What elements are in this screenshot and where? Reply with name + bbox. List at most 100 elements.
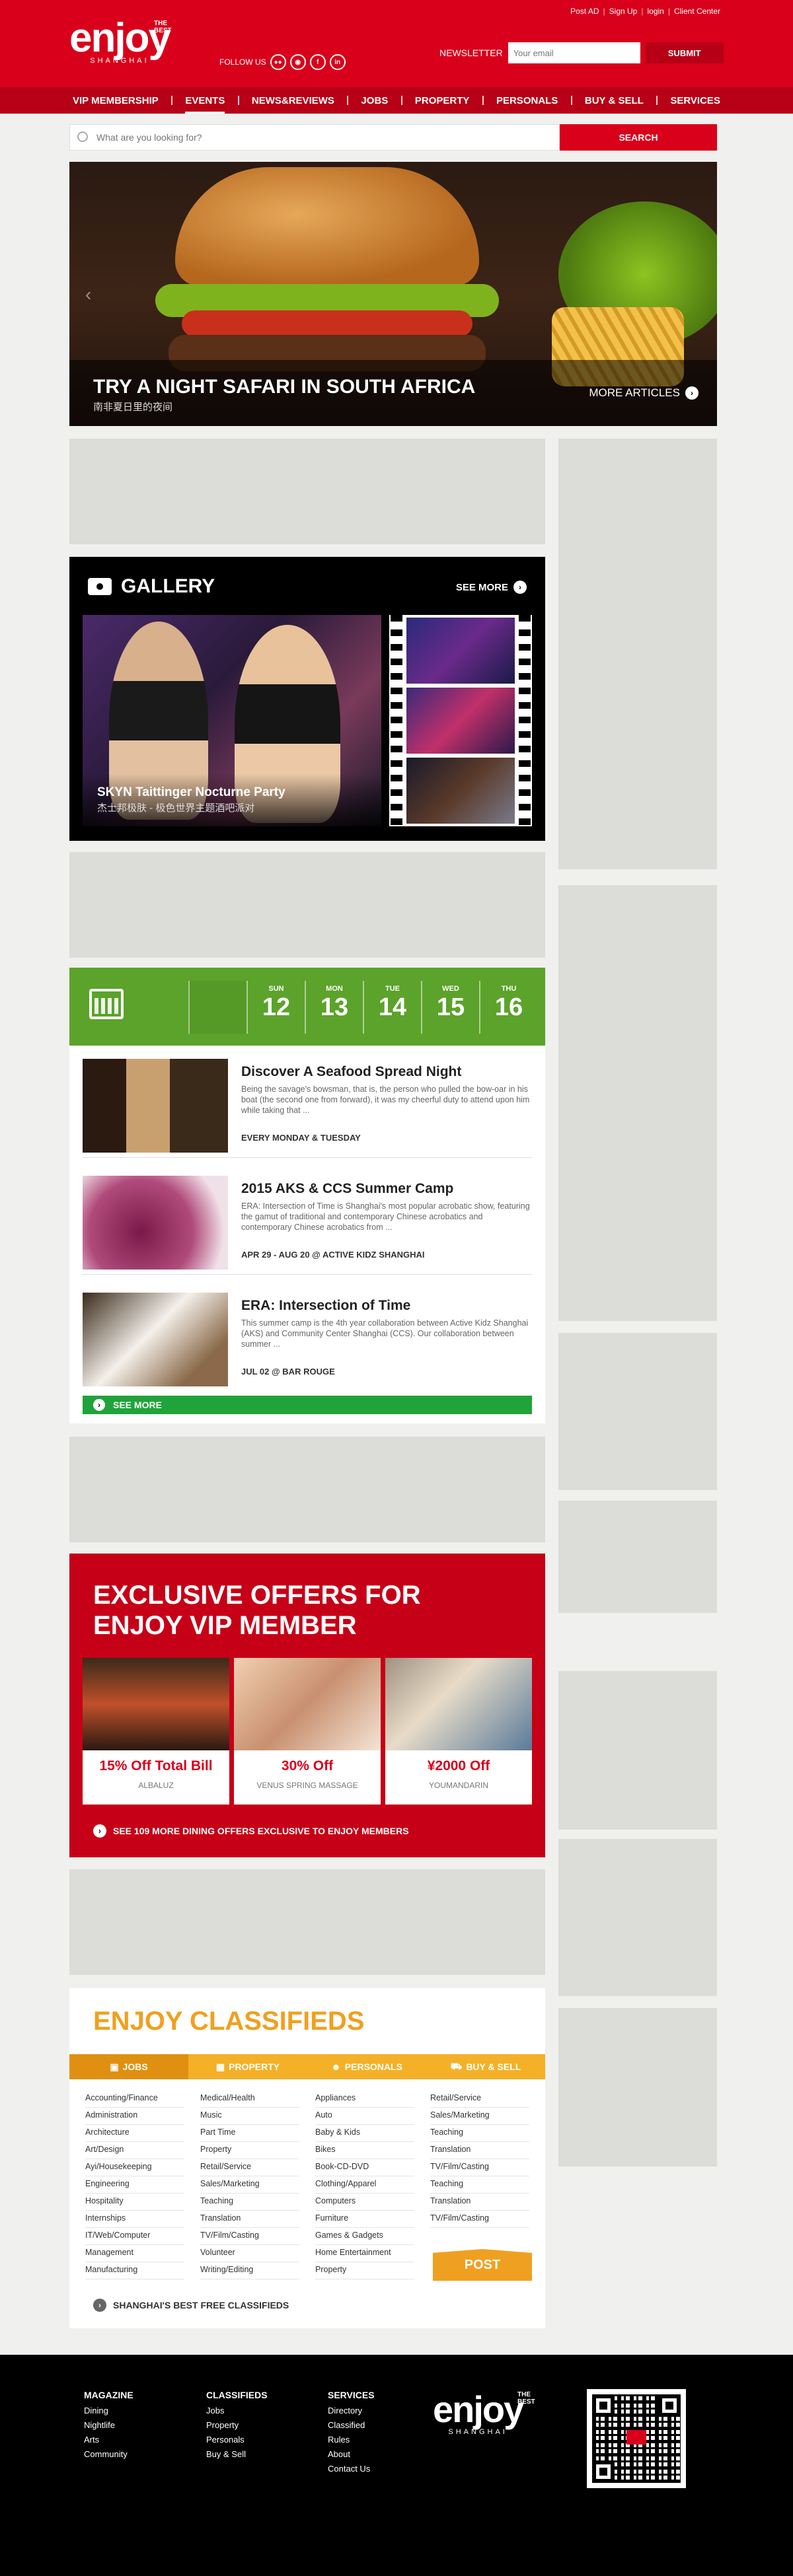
event-title[interactable]: Discover A Seafood Spread Night <box>241 1064 461 1080</box>
tab-buy-sell[interactable]: ⛟ BUY & SELL <box>426 2054 545 2079</box>
hero-title[interactable]: TRY A NIGHT SAFARI IN SOUTH AFRICA <box>93 376 475 398</box>
classified-link[interactable]: Translation <box>200 2211 299 2228</box>
gallery-thumbnail[interactable] <box>406 758 515 824</box>
classified-link[interactable]: Writing/Editing <box>200 2262 299 2279</box>
ad-sidebar[interactable] <box>558 885 717 1321</box>
login-link[interactable]: login <box>647 7 663 16</box>
nav-item-services[interactable]: SERVICES <box>670 95 720 106</box>
tab-personals[interactable]: ☻ PERSONALS <box>307 2054 426 2079</box>
facebook-icon[interactable]: f <box>309 54 326 70</box>
classified-link[interactable]: Home Entertainment <box>315 2245 414 2262</box>
classified-link[interactable]: Appliances <box>315 2091 414 2108</box>
classified-link[interactable]: Games & Gadgets <box>315 2228 414 2245</box>
nav-item-events[interactable]: EVENTS <box>185 95 225 114</box>
classified-link[interactable]: Bikes <box>315 2142 414 2159</box>
classified-link[interactable]: Ayi/Housekeeping <box>85 2159 184 2176</box>
nav-item-property[interactable]: PROPERTY <box>415 95 470 106</box>
footer-link[interactable]: Property <box>206 2418 268 2433</box>
footer-link[interactable]: Rules <box>328 2433 375 2447</box>
nav-item-personals[interactable]: PERSONALS <box>496 95 558 106</box>
event-title[interactable]: 2015 AKS & CCS Summer Camp <box>241 1181 453 1197</box>
classified-link[interactable]: Retail/Service <box>430 2091 529 2108</box>
footer-link[interactable]: Dining <box>84 2404 133 2418</box>
signup-link[interactable]: Sign Up <box>609 7 638 16</box>
classified-link[interactable]: Art/Design <box>85 2142 184 2159</box>
offer-card[interactable]: 30% Off VENUS SPRING MASSAGE <box>234 1658 381 1805</box>
classified-link[interactable]: Accounting/Finance <box>85 2091 184 2108</box>
ad-sidebar[interactable] <box>558 1501 717 1613</box>
classified-link[interactable]: Sales/Marketing <box>200 2176 299 2194</box>
ad-banner[interactable] <box>69 1869 545 1975</box>
classified-link[interactable]: Translation <box>430 2194 529 2211</box>
classified-link[interactable]: Manufacturing <box>85 2262 184 2279</box>
classified-link[interactable]: Retail/Service <box>200 2159 299 2176</box>
classified-link[interactable]: TV/Film/Casting <box>200 2228 299 2245</box>
classified-link[interactable]: IT/Web/Computer <box>85 2228 184 2245</box>
day-mon[interactable]: MON 13 <box>305 981 363 1034</box>
footer-link[interactable]: Personals <box>206 2433 268 2447</box>
gallery-main-photo[interactable]: SKYN Taittinger Nocturne Party 杰士邦极肤 - 极… <box>83 615 381 826</box>
classified-link[interactable]: Administration <box>85 2108 184 2125</box>
more-offers-link[interactable]: › SEE 109 MORE DINING OFFERS EXCLUSIVE T… <box>93 1824 409 1838</box>
footer-link[interactable]: Classified <box>328 2418 375 2433</box>
weibo-icon[interactable]: ◉ <box>289 54 306 70</box>
classified-link[interactable]: Property <box>200 2142 299 2159</box>
event-item[interactable]: Discover A Seafood Spread Night Being th… <box>83 1059 532 1158</box>
classified-link[interactable]: TV/Film/Casting <box>430 2211 529 2228</box>
post-ad-link[interactable]: Post AD <box>570 7 599 16</box>
classified-link[interactable]: Medical/Health <box>200 2091 299 2108</box>
classified-link[interactable]: Baby & Kids <box>315 2125 414 2142</box>
newsletter-submit-button[interactable]: SUBMIT <box>645 42 724 63</box>
linkedin-icon[interactable]: in <box>329 54 346 70</box>
footer-link[interactable]: Jobs <box>206 2404 268 2418</box>
classified-link[interactable]: TV/Film/Casting <box>430 2159 529 2176</box>
gallery-thumbnail[interactable] <box>406 618 515 684</box>
ad-sidebar[interactable] <box>558 1671 717 1830</box>
classified-link[interactable]: Part Time <box>200 2125 299 2142</box>
classified-link[interactable]: Computers <box>315 2194 414 2211</box>
classified-link[interactable]: Furniture <box>315 2211 414 2228</box>
day-wed[interactable]: WED 15 <box>421 981 479 1034</box>
ad-banner[interactable] <box>69 1437 545 1542</box>
classified-link[interactable]: Internships <box>85 2211 184 2228</box>
ad-sidebar[interactable] <box>558 439 717 869</box>
wechat-icon[interactable]: ●● <box>270 54 286 70</box>
footer-link[interactable]: Nightlife <box>84 2418 133 2433</box>
more-articles-link[interactable]: MORE ARTICLES › <box>589 386 699 400</box>
footer-logo[interactable]: THE BEST enjoy SHANGHAI <box>433 2391 535 2437</box>
classified-link[interactable]: Volunteer <box>200 2245 299 2262</box>
footer-link[interactable]: Buy & Sell <box>206 2447 268 2462</box>
classified-link[interactable]: Teaching <box>430 2176 529 2194</box>
nav-item-vip[interactable]: VIP MEMBERSHIP <box>73 95 159 106</box>
classified-link[interactable]: Translation <box>430 2142 529 2159</box>
offer-card[interactable]: 15% Off Total Bill ALBALUZ <box>83 1658 229 1805</box>
classified-link[interactable]: Teaching <box>430 2125 529 2142</box>
classified-link[interactable]: Property <box>315 2262 414 2279</box>
classified-link[interactable]: Auto <box>315 2108 414 2125</box>
gallery-thumbnail[interactable] <box>406 688 515 754</box>
carousel-prev-icon[interactable]: ‹ <box>85 284 91 305</box>
nav-item-buy-sell[interactable]: BUY & SELL <box>585 95 644 106</box>
site-logo[interactable]: THE BEST enjoy SHANGHAI <box>69 18 172 65</box>
post-ad-button[interactable]: POST <box>433 2249 532 2281</box>
classified-link[interactable]: Teaching <box>200 2194 299 2211</box>
events-see-more-button[interactable]: › SEE MORE <box>83 1396 532 1414</box>
event-title[interactable]: ERA: Intersection of Time <box>241 1298 410 1314</box>
ad-banner[interactable] <box>69 852 545 958</box>
classified-link[interactable]: Sales/Marketing <box>430 2108 529 2125</box>
classified-link[interactable]: Clothing/Apparel <box>315 2176 414 2194</box>
search-button[interactable]: SEARCH <box>560 124 717 151</box>
hero-carousel[interactable]: ‹ TRY A NIGHT SAFARI IN SOUTH AFRICA 南非夏… <box>69 162 717 426</box>
nav-item-news[interactable]: NEWS&REVIEWS <box>252 95 334 106</box>
ad-sidebar[interactable] <box>558 2008 717 2166</box>
newsletter-email-input[interactable] <box>508 42 640 63</box>
classifieds-footer-link[interactable]: › SHANGHAI'S BEST FREE CLASSIFIEDS <box>93 2299 289 2312</box>
ad-sidebar[interactable] <box>558 1333 717 1490</box>
event-item[interactable]: 2015 AKS & CCS Summer Camp ERA: Intersec… <box>83 1176 532 1275</box>
footer-link[interactable]: Contact Us <box>328 2462 375 2476</box>
classified-link[interactable]: Hospitality <box>85 2194 184 2211</box>
offer-card[interactable]: ¥2000 Off YOUMANDARIN <box>385 1658 532 1805</box>
search-input[interactable] <box>69 124 560 151</box>
classified-link[interactable]: Engineering <box>85 2176 184 2194</box>
event-item[interactable]: ERA: Intersection of Time This summer ca… <box>83 1293 532 1392</box>
